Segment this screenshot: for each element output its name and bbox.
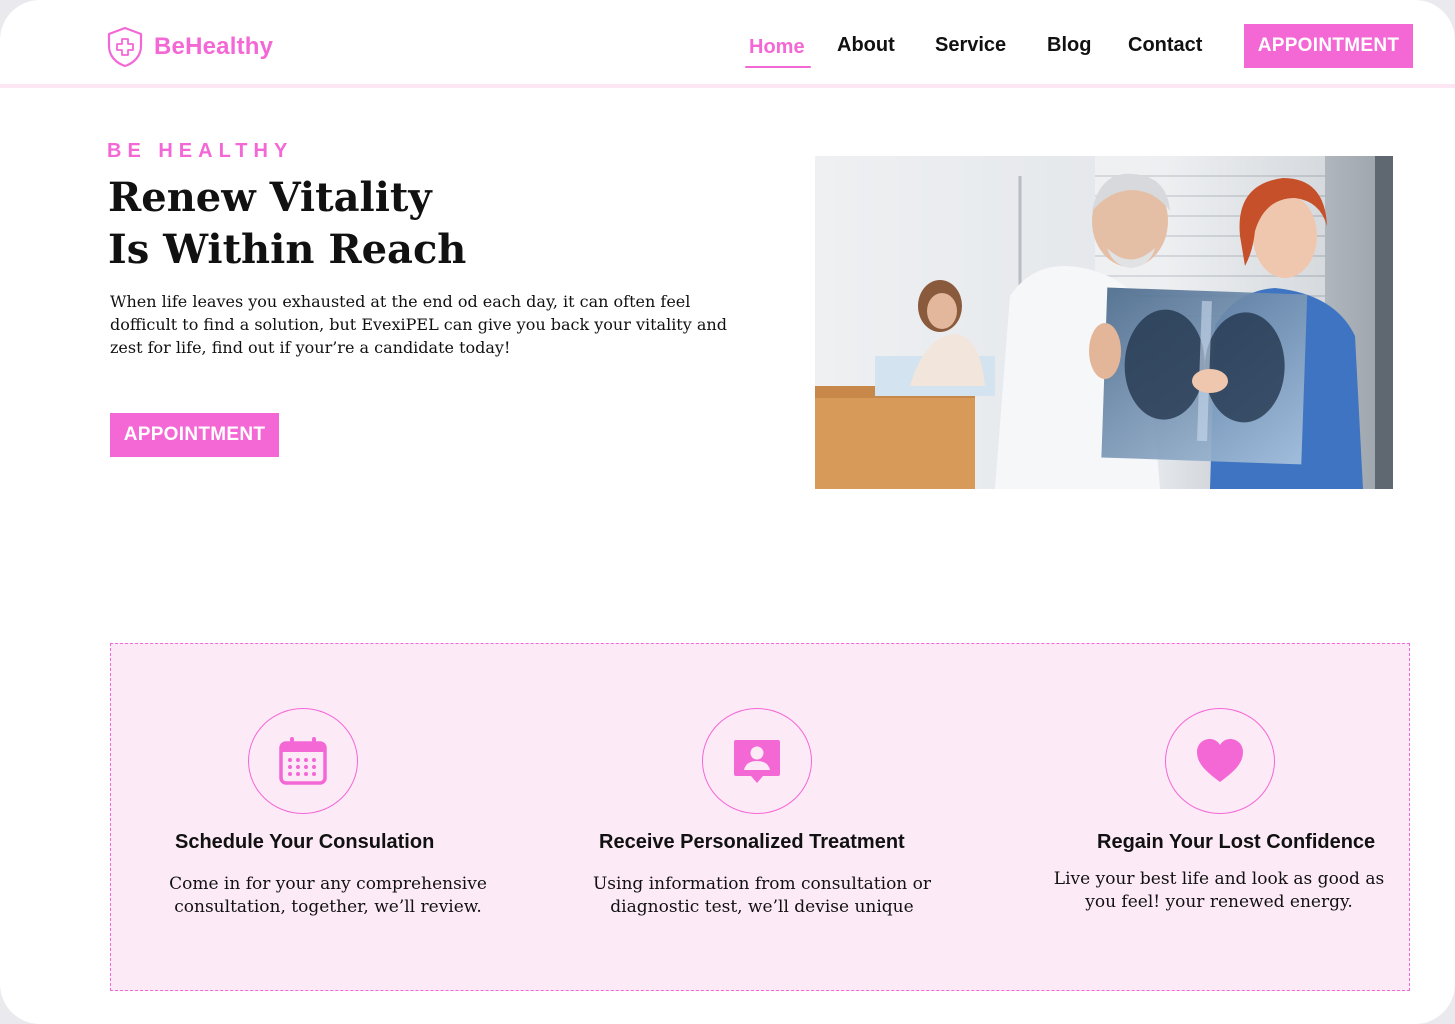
feature-description: Come in for your any comprehensive consu… — [169, 874, 487, 917]
nav-blog[interactable]: Blog — [1047, 34, 1091, 57]
hero-title: Renew Vitality Is Within Reach — [108, 172, 466, 276]
hero-appointment-button[interactable]: APPOINTMENT — [110, 413, 279, 457]
heart-icon — [1197, 739, 1243, 782]
feature-description: Using information from consultation or d… — [592, 874, 932, 917]
nav-contact[interactable]: Contact — [1128, 34, 1202, 57]
hero-title-line2: Is Within Reach — [108, 226, 467, 273]
feature-icon-circle — [702, 708, 812, 814]
nav-home[interactable]: Home — [749, 36, 805, 59]
user-card-icon — [734, 740, 780, 783]
feature-title: Regain Your Lost Confidence — [1097, 831, 1376, 853]
shield-cross-icon — [107, 26, 143, 68]
feature-title: Schedule Your Consulation — [175, 831, 435, 853]
nav-about[interactable]: About — [837, 34, 895, 57]
hero-image — [815, 156, 1393, 489]
doctors-xray-illustration — [815, 156, 1393, 489]
hero-eyebrow: BE HEALTHY — [107, 140, 294, 162]
page: BeHealthy Home About Service Blog Contac… — [0, 0, 1455, 1024]
brand-name: BeHealthy — [154, 33, 274, 60]
feature-description: Live your best life and look as good as … — [1053, 869, 1385, 912]
feature-title: Receive Personalized Treatment — [599, 831, 905, 853]
features-panel: Schedule Your Consulation Come in for yo… — [110, 643, 1410, 991]
hero-description: When life leaves you exhausted at the en… — [110, 292, 727, 357]
feature-icon-circle — [1165, 708, 1275, 814]
brand-logo[interactable]: BeHealthy — [106, 26, 273, 68]
feature-icon-circle — [248, 708, 358, 814]
header-appointment-button[interactable]: APPOINTMENT — [1244, 24, 1413, 68]
nav-service[interactable]: Service — [935, 34, 1006, 57]
calendar-icon — [279, 737, 327, 785]
hero-title-line1: Renew Vitality — [108, 174, 432, 221]
site-header: BeHealthy Home About Service Blog Contac… — [0, 0, 1455, 88]
active-nav-underline — [745, 66, 811, 68]
